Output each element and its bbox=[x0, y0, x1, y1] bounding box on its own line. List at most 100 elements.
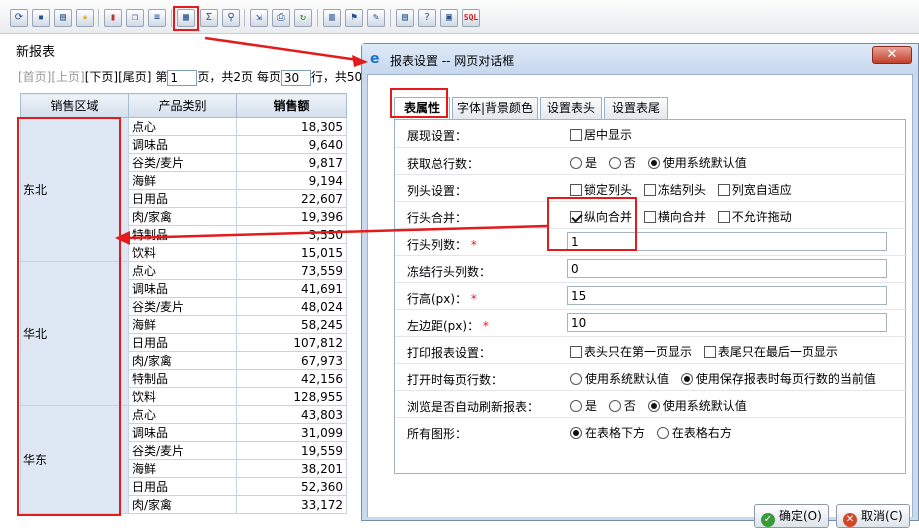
prev-page-link[interactable]: [上页] bbox=[51, 70, 84, 84]
row-merge: 行头合并： 纵向合并 横向合并 不允许拖动 bbox=[395, 201, 907, 228]
last-page-link[interactable]: [尾页] bbox=[118, 70, 151, 84]
query-icon[interactable]: ⚲ bbox=[222, 9, 240, 27]
total-rows-label: 获取总行数： bbox=[407, 157, 480, 171]
row-display: 展现设置： 居中显示 bbox=[395, 120, 907, 147]
page-number-input[interactable] bbox=[167, 69, 198, 86]
table-header-row: 销售区域 产品类别 销售额 bbox=[20, 93, 347, 118]
sales-cell: 18,305 bbox=[236, 117, 347, 136]
category-cell: 日用品 bbox=[128, 189, 237, 208]
category-cell: 海鲜 bbox=[128, 171, 237, 190]
lock-column-head-checkbox[interactable] bbox=[570, 184, 582, 196]
toolbar-separator bbox=[98, 9, 99, 27]
dialog-body: 表属性 字体|背景颜色 设置表头 设置表尾 展现设置： 居中显示 获取总行数： … bbox=[367, 74, 913, 528]
chart-icon[interactable]: ▮ bbox=[104, 9, 122, 27]
filter-icon[interactable]: ⚑ bbox=[345, 9, 363, 27]
toolbar-separator bbox=[244, 9, 245, 27]
table-icon[interactable]: ▤ bbox=[396, 9, 414, 27]
graphics-right-radio[interactable] bbox=[656, 427, 669, 439]
image-icon[interactable]: ▣ bbox=[440, 9, 458, 27]
row-page-rows: 打开时每页行数： 使用系统默认值 使用保存报表时每页行数的当前值 bbox=[395, 363, 907, 390]
sales-cell: 9,817 bbox=[236, 153, 347, 172]
sales-cell: 73,559 bbox=[236, 261, 347, 280]
category-cell: 饮料 bbox=[128, 243, 237, 262]
next-page-link[interactable]: [下页] bbox=[85, 70, 118, 84]
row-graphics: 所有图形： 在表格下方 在表格右方 bbox=[395, 417, 907, 444]
favorite-icon[interactable]: ★ bbox=[76, 9, 94, 27]
reload-icon[interactable]: ↻ bbox=[294, 9, 312, 27]
dialog-title: 报表设置 -- 网页对话框 bbox=[390, 54, 515, 68]
tab-header[interactable]: 设置表头 bbox=[540, 97, 602, 119]
category-cell: 肉/家禽 bbox=[128, 495, 237, 514]
tab-footer[interactable]: 设置表尾 bbox=[604, 97, 668, 119]
total-rows-no-radio[interactable] bbox=[608, 157, 621, 169]
dialog-titlebar: e 报表设置 -- 网页对话框 ✕ bbox=[362, 44, 918, 74]
sales-cell: 107,812 bbox=[236, 333, 347, 352]
toolbar-separator bbox=[317, 9, 318, 27]
format-icon[interactable]: ✎ bbox=[367, 9, 385, 27]
frozen-cols-input[interactable] bbox=[567, 259, 887, 278]
export-icon[interactable]: ▤ bbox=[54, 9, 72, 27]
ok-button[interactable]: ✓ 确定(O) bbox=[754, 504, 829, 528]
auto-refresh-default-radio[interactable] bbox=[647, 400, 660, 412]
row-merge-label: 行头合并： bbox=[407, 211, 468, 225]
auto-width-checkbox[interactable] bbox=[717, 184, 730, 196]
category-cell: 调味品 bbox=[128, 423, 237, 442]
column-header-category: 产品类别 bbox=[128, 93, 237, 118]
auto-refresh-yes-radio[interactable] bbox=[570, 400, 582, 412]
category-cell: 海鲜 bbox=[128, 315, 237, 334]
left-margin-input[interactable] bbox=[567, 313, 887, 332]
row-height-input[interactable] bbox=[567, 286, 887, 305]
total-rows-default-label: 使用系统默认值 bbox=[662, 156, 747, 170]
auto-refresh-yes-label: 是 bbox=[585, 399, 598, 413]
left-margin-label: 左边距(px)： bbox=[407, 319, 480, 333]
auto-refresh-no-radio[interactable] bbox=[608, 400, 621, 412]
tab-font-background[interactable]: 字体|背景颜色 bbox=[452, 97, 538, 119]
freeze-column-head-checkbox[interactable] bbox=[643, 184, 656, 196]
close-button[interactable]: ✕ bbox=[872, 46, 912, 64]
help-icon[interactable]: ? bbox=[418, 9, 436, 27]
page-rows-default-radio[interactable] bbox=[570, 373, 582, 385]
rows-per-page-input[interactable] bbox=[280, 69, 311, 86]
insert-icon[interactable]: ⇲ bbox=[250, 9, 268, 27]
no-drag-label: 不允许拖动 bbox=[731, 210, 792, 224]
horizontal-merge-label: 横向合并 bbox=[657, 210, 706, 224]
footer-last-page-checkbox[interactable] bbox=[703, 346, 716, 358]
first-page-link[interactable]: [首页] bbox=[18, 70, 51, 84]
toolbar-separator bbox=[390, 9, 391, 27]
sql-icon[interactable]: SQL bbox=[462, 9, 480, 27]
report-title: 新报表 bbox=[16, 45, 56, 60]
row-height-label: 行高(px)： bbox=[407, 292, 468, 306]
auto-refresh-label: 浏览是否自动刷新报表： bbox=[407, 400, 540, 414]
header-first-page-checkbox[interactable] bbox=[570, 346, 582, 358]
toolbar: ⟳ ▪ ▤ ★ ▮ ❐ ≡ ▦ Σ ⚲ ⇲ ⎙ ↻ ▥ ⚑ ✎ ▤ ? ▣ SQ… bbox=[0, 0, 919, 34]
auto-refresh-no-label: 否 bbox=[623, 399, 636, 413]
sales-cell: 48,024 bbox=[236, 297, 347, 316]
sales-cell: 58,245 bbox=[236, 315, 347, 334]
refresh-icon[interactable]: ⟳ bbox=[10, 9, 28, 27]
copy-icon[interactable]: ❐ bbox=[126, 9, 144, 27]
sum-icon[interactable]: Σ bbox=[200, 9, 218, 27]
sort-icon[interactable]: ≡ bbox=[148, 9, 166, 27]
total-rows-default-radio[interactable] bbox=[647, 157, 660, 169]
frozen-cols-label: 冻结行头列数： bbox=[407, 265, 492, 279]
graphics-below-radio[interactable] bbox=[570, 427, 582, 439]
cancel-button[interactable]: ✕ 取消(C) bbox=[836, 504, 910, 528]
horizontal-merge-checkbox[interactable] bbox=[643, 211, 656, 223]
category-cell: 肉/家禽 bbox=[128, 207, 237, 226]
sales-cell: 43,803 bbox=[236, 405, 347, 424]
page-rows-saved-radio[interactable] bbox=[680, 373, 693, 385]
sales-cell: 15,015 bbox=[236, 243, 347, 262]
save-icon[interactable]: ▪ bbox=[32, 9, 50, 27]
sales-cell: 128,955 bbox=[236, 387, 347, 406]
no-drag-checkbox[interactable] bbox=[717, 211, 730, 223]
center-checkbox[interactable] bbox=[570, 129, 582, 141]
total-rows-yes-radio[interactable] bbox=[570, 157, 582, 169]
required-mark: * bbox=[470, 292, 477, 306]
total-rows-no-label: 否 bbox=[623, 156, 636, 170]
layout-icon[interactable]: ▥ bbox=[323, 9, 341, 27]
cancel-icon: ✕ bbox=[843, 513, 857, 527]
page-suffix: 页，共2页 bbox=[197, 70, 253, 84]
auto-width-label: 列宽自适应 bbox=[731, 183, 792, 197]
print-icon[interactable]: ⎙ bbox=[272, 9, 290, 27]
category-cell: 点心 bbox=[128, 117, 237, 136]
